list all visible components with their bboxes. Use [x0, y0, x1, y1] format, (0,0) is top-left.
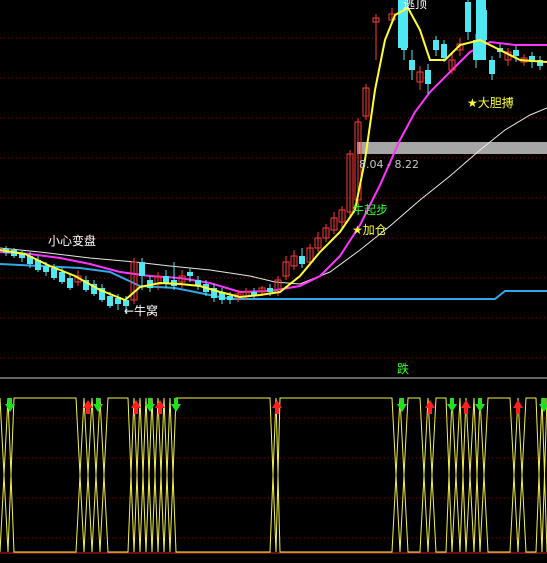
down-arrow-icon: [93, 398, 103, 412]
down-arrow-icon: [447, 398, 457, 412]
candlestick-group: [3, 0, 543, 314]
up-arrow-icon: [272, 400, 282, 414]
candle-body: [59, 272, 65, 282]
candle-body: [299, 256, 305, 264]
candle-body: [227, 296, 233, 300]
label-price-range: 8.04 - 8.22: [359, 158, 419, 171]
candle-body: [489, 60, 495, 74]
stock-chart-screen[interactable]: 逃顶 ★大胆搏 8.04 - 8.22 牛起步 ★加仓 小心变盘 ←牛窝 跌: [0, 0, 547, 563]
label-add-position: ★加仓: [352, 223, 387, 237]
ma-line-white: [0, 107, 547, 285]
candle-body: [67, 278, 73, 288]
price-chart-panel[interactable]: 逃顶 ★大胆搏 8.04 - 8.22 牛起步 ★加仓 小心变盘 ←牛窝 跌: [0, 0, 547, 563]
candle-body: [441, 44, 447, 58]
ma-line-magenta: [0, 40, 547, 294]
label-bold-buy: ★大胆搏: [467, 96, 514, 110]
up-arrow-icon: [513, 400, 523, 414]
candle-body: [107, 296, 113, 306]
candle-body: [465, 2, 471, 32]
candle-body: [409, 60, 415, 70]
down-arrow-icon: [397, 398, 407, 412]
label-bull-nest: ←牛窝: [124, 303, 158, 318]
down-arrow-icon: [539, 398, 547, 412]
down-arrow-icon: [171, 398, 181, 412]
up-arrow-icon: [461, 400, 471, 414]
candle-body: [425, 70, 431, 84]
oscillator-panel[interactable]: [0, 397, 547, 553]
candle-body: [433, 40, 439, 50]
up-arrow-icon: [425, 400, 435, 414]
candle-body: [139, 262, 145, 276]
price-range-bar: [357, 142, 547, 154]
candle-body: [267, 288, 273, 292]
candle-body: [513, 50, 519, 56]
label-top-signal: 逃顶: [403, 0, 427, 11]
label-caution: 小心变盘: [48, 233, 96, 248]
candle-body: [43, 266, 49, 272]
down-arrow-icon: [475, 398, 485, 412]
candle-body: [187, 272, 193, 276]
indicator-title: 跌: [397, 361, 409, 376]
label-bull-start: 牛起步: [352, 202, 388, 217]
candle-body: [476, 0, 486, 60]
